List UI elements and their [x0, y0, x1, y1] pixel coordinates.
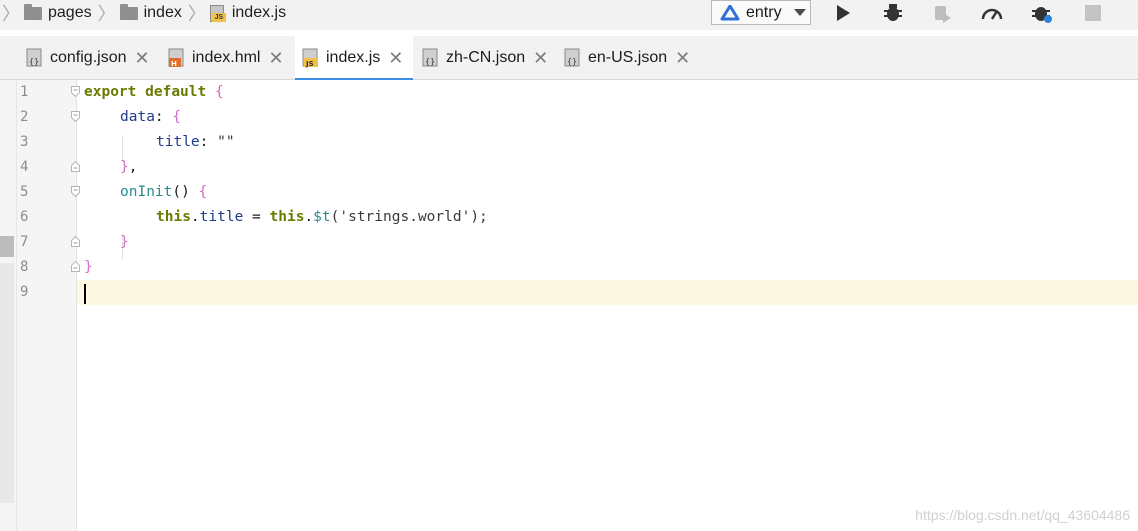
json-file-icon: {}: [564, 48, 582, 68]
tab-label: zh-CN.json: [446, 49, 526, 66]
navigation-bar: 〉 pages 〉 index 〉 JS index.js entry: [0, 0, 1138, 30]
line-number: 6: [20, 209, 29, 225]
breadcrumb-label: index.js: [231, 4, 287, 21]
tab-label: index.js: [326, 49, 381, 66]
code-text: this.title = this.$t('strings.world');: [156, 209, 488, 225]
code-line[interactable]: 3 title: "": [0, 130, 1138, 155]
folder-icon: [24, 4, 42, 20]
line-number: 3: [20, 134, 29, 150]
breadcrumb-label: pages: [48, 4, 92, 21]
code-text: export default {: [84, 84, 224, 100]
code-text: }: [120, 234, 129, 250]
tab-index-hml[interactable]: H index.hml ✕: [160, 36, 293, 80]
fold-open-icon[interactable]: [71, 186, 80, 197]
tab-label: config.json: [50, 49, 127, 66]
code-line[interactable]: 6 this.title = this.$t('strings.world');: [0, 205, 1138, 230]
code-line[interactable]: 9: [0, 280, 1138, 305]
svg-text:{}: {}: [29, 57, 39, 66]
line-number: 9: [20, 284, 29, 300]
line-number: 1: [20, 84, 29, 100]
code-editor[interactable]: 1 export default { 2 data: { 3 title: ""…: [0, 80, 1138, 531]
run-icon[interactable]: [832, 2, 854, 24]
entry-module-icon: [720, 4, 740, 21]
tab-config-json[interactable]: {} config.json ✕: [18, 36, 158, 80]
line-number: 4: [20, 159, 29, 175]
svg-text:H: H: [171, 60, 177, 68]
fold-close-icon[interactable]: [71, 161, 80, 172]
code-text: }: [84, 259, 93, 275]
code-text: title: "": [156, 134, 235, 150]
code-line[interactable]: 7 }: [0, 230, 1138, 255]
run-configuration-label: entry: [746, 3, 782, 21]
tab-en-us-json[interactable]: {} en-US.json ✕: [557, 36, 697, 80]
line-number: 8: [20, 259, 29, 275]
breadcrumb: 〉 pages 〉 index 〉 JS index.js: [0, 0, 290, 26]
close-icon[interactable]: ✕: [135, 49, 150, 67]
fold-open-icon[interactable]: [71, 86, 80, 97]
json-file-icon: {}: [26, 48, 44, 68]
hml-file-icon: H: [168, 48, 186, 68]
attach-debugger-icon[interactable]: [931, 2, 953, 24]
line-number: 5: [20, 184, 29, 200]
stop-icon[interactable]: [1082, 2, 1104, 24]
tab-label: index.hml: [192, 49, 261, 66]
debug-settings-icon[interactable]: [1031, 2, 1053, 24]
fold-open-icon[interactable]: [71, 111, 80, 122]
fold-close-icon[interactable]: [71, 261, 80, 272]
close-icon[interactable]: ✕: [268, 49, 283, 67]
close-icon[interactable]: ✕: [533, 49, 548, 67]
watermark: https://blog.csdn.net/qq_43604486: [915, 507, 1130, 523]
breadcrumb-label: index: [143, 4, 182, 21]
code-line[interactable]: 2 data: {: [0, 105, 1138, 130]
chevron-right-icon: 〉: [97, 4, 116, 24]
svg-text:{}: {}: [425, 57, 435, 66]
js-file-icon: JS: [302, 48, 320, 68]
text-cursor: [84, 284, 86, 304]
code-text: },: [120, 159, 138, 175]
chevron-right-icon: 〉: [2, 4, 20, 24]
close-icon[interactable]: ✕: [388, 49, 403, 67]
code-line[interactable]: 8 }: [0, 255, 1138, 280]
code-line[interactable]: 1 export default {: [0, 80, 1138, 105]
tab-zh-cn-json[interactable]: {} zh-CN.json ✕: [415, 36, 555, 80]
code-line[interactable]: 4 },: [0, 155, 1138, 180]
profiler-icon[interactable]: [981, 2, 1003, 24]
chevron-down-icon: [793, 9, 806, 16]
svg-text:JS: JS: [305, 60, 314, 68]
svg-text:{}: {}: [567, 57, 577, 66]
close-icon[interactable]: ✕: [675, 49, 690, 67]
code-line[interactable]: 5 onInit() {: [0, 180, 1138, 205]
line-number: 2: [20, 109, 29, 125]
run-configuration-dropdown[interactable]: entry: [711, 0, 811, 25]
tab-index-js[interactable]: JS index.js ✕: [295, 36, 413, 81]
js-file-icon: JS: [209, 4, 226, 22]
tab-label: en-US.json: [588, 49, 668, 66]
fold-close-icon[interactable]: [71, 236, 80, 247]
json-file-icon: {}: [422, 48, 440, 68]
breadcrumb-item-index-js[interactable]: JS index.js: [209, 4, 290, 22]
folder-icon: [119, 4, 138, 20]
line-number: 7: [20, 234, 29, 250]
chevron-right-icon: 〉: [187, 4, 206, 24]
editor-tabs: {} config.json ✕ H index.hml ✕ JS index.…: [0, 36, 1138, 81]
debug-icon[interactable]: [882, 2, 904, 24]
breadcrumb-item-pages[interactable]: pages: [24, 4, 96, 22]
code-text: data: {: [120, 109, 182, 125]
code-text: onInit() {: [120, 184, 208, 200]
breadcrumb-item-index[interactable]: index: [119, 4, 186, 22]
